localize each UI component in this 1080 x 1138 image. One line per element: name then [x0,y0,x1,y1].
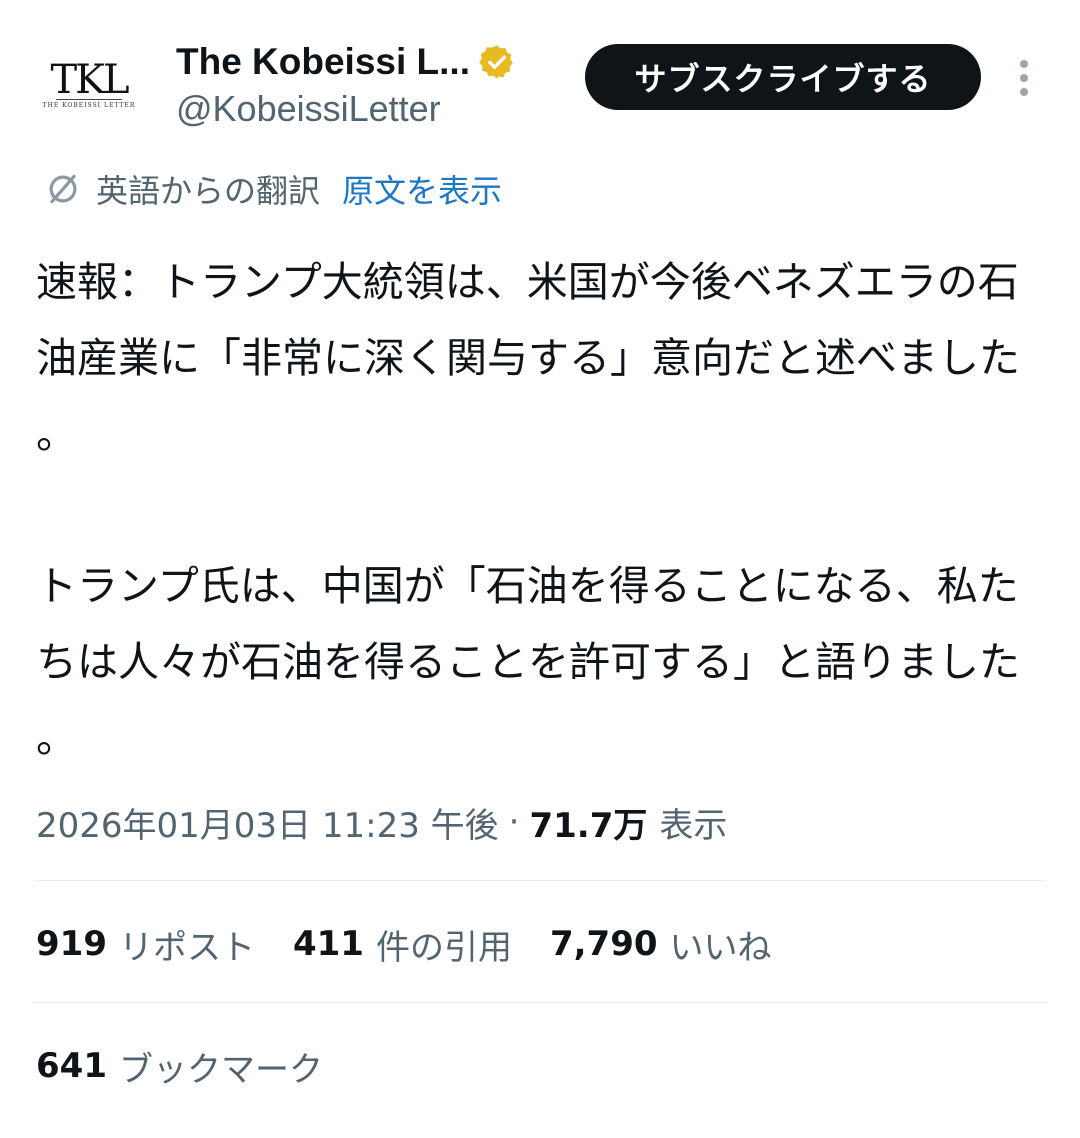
translation-label: 英語からの翻訳 [96,172,321,210]
meta-separator: · [508,802,520,842]
verified-badge-icon[interactable] [478,43,516,81]
translate-icon [49,174,77,204]
quotes-count: 411 [292,924,364,964]
engagement-stats: 919 リポスト 411 件の引用 7,790 いいね [36,916,810,972]
more-dot [1020,60,1028,68]
bookmarks-label: ブックマーク [118,1049,323,1090]
reposts-label: リポスト [118,927,255,968]
quotes-stat[interactable]: 411 件の引用 [293,920,512,969]
account-handle[interactable]: @KobeissiLetter [176,88,441,130]
views-label: 表示 [659,805,728,846]
quotes-label: 件の引用 [375,927,512,968]
show-original-link[interactable]: 原文を表示 [342,166,502,212]
avatar-logo-divider [56,99,122,100]
tweet-header: TKL THE KOBEISSI LETTER The Kobeissi L..… [0,0,1080,150]
bookmarks-stat[interactable]: 641 ブックマーク [36,1038,323,1094]
bookmarks-count: 641 [36,1046,107,1086]
reposts-count: 919 [36,924,107,964]
more-dot [1020,88,1028,96]
avatar[interactable]: TKL THE KOBEISSI LETTER [34,38,144,148]
avatar-logo-text: TKL [50,57,129,103]
likes-label: いいね [669,927,772,968]
likes-count: 7,790 [549,924,658,964]
translation-row: 英語からの翻訳 原文を表示 [44,166,502,212]
more-dot [1020,74,1028,82]
subscribe-button[interactable]: サブスクライブする [585,44,981,110]
divider [34,880,1046,881]
likes-stat[interactable]: 7,790 いいね [550,920,772,969]
tweet-text: 速報：トランプ大統領は、米国が今後ベネズエラの石油産業に「非常に深く関与する」意… [36,244,1046,776]
tweet-paragraph: 速報：トランプ大統領は、米国が今後ベネズエラの石油産業に「非常に深く関与する」意… [36,258,1020,458]
more-vertical-icon[interactable] [1008,58,1042,98]
divider [34,1002,1046,1003]
tweet-paragraph: トランプ氏は、中国が「石油を得ることになる、私たちは人々が石油を得ることを許可す… [36,562,1020,762]
views-count: 71.7万 [529,805,648,846]
tweet-timestamp[interactable]: 2026年01月03日 11:23 午後 [36,798,499,847]
reposts-stat[interactable]: 919 リポスト [36,920,255,969]
avatar-logo-subtext: THE KOBEISSI LETTER [42,102,136,109]
name-row: The Kobeissi L... [176,40,516,84]
tweet-meta: 2026年01月03日 11:23 午後 · 71.7万 表示 [36,796,727,848]
display-name[interactable]: The Kobeissi L... [176,41,470,83]
